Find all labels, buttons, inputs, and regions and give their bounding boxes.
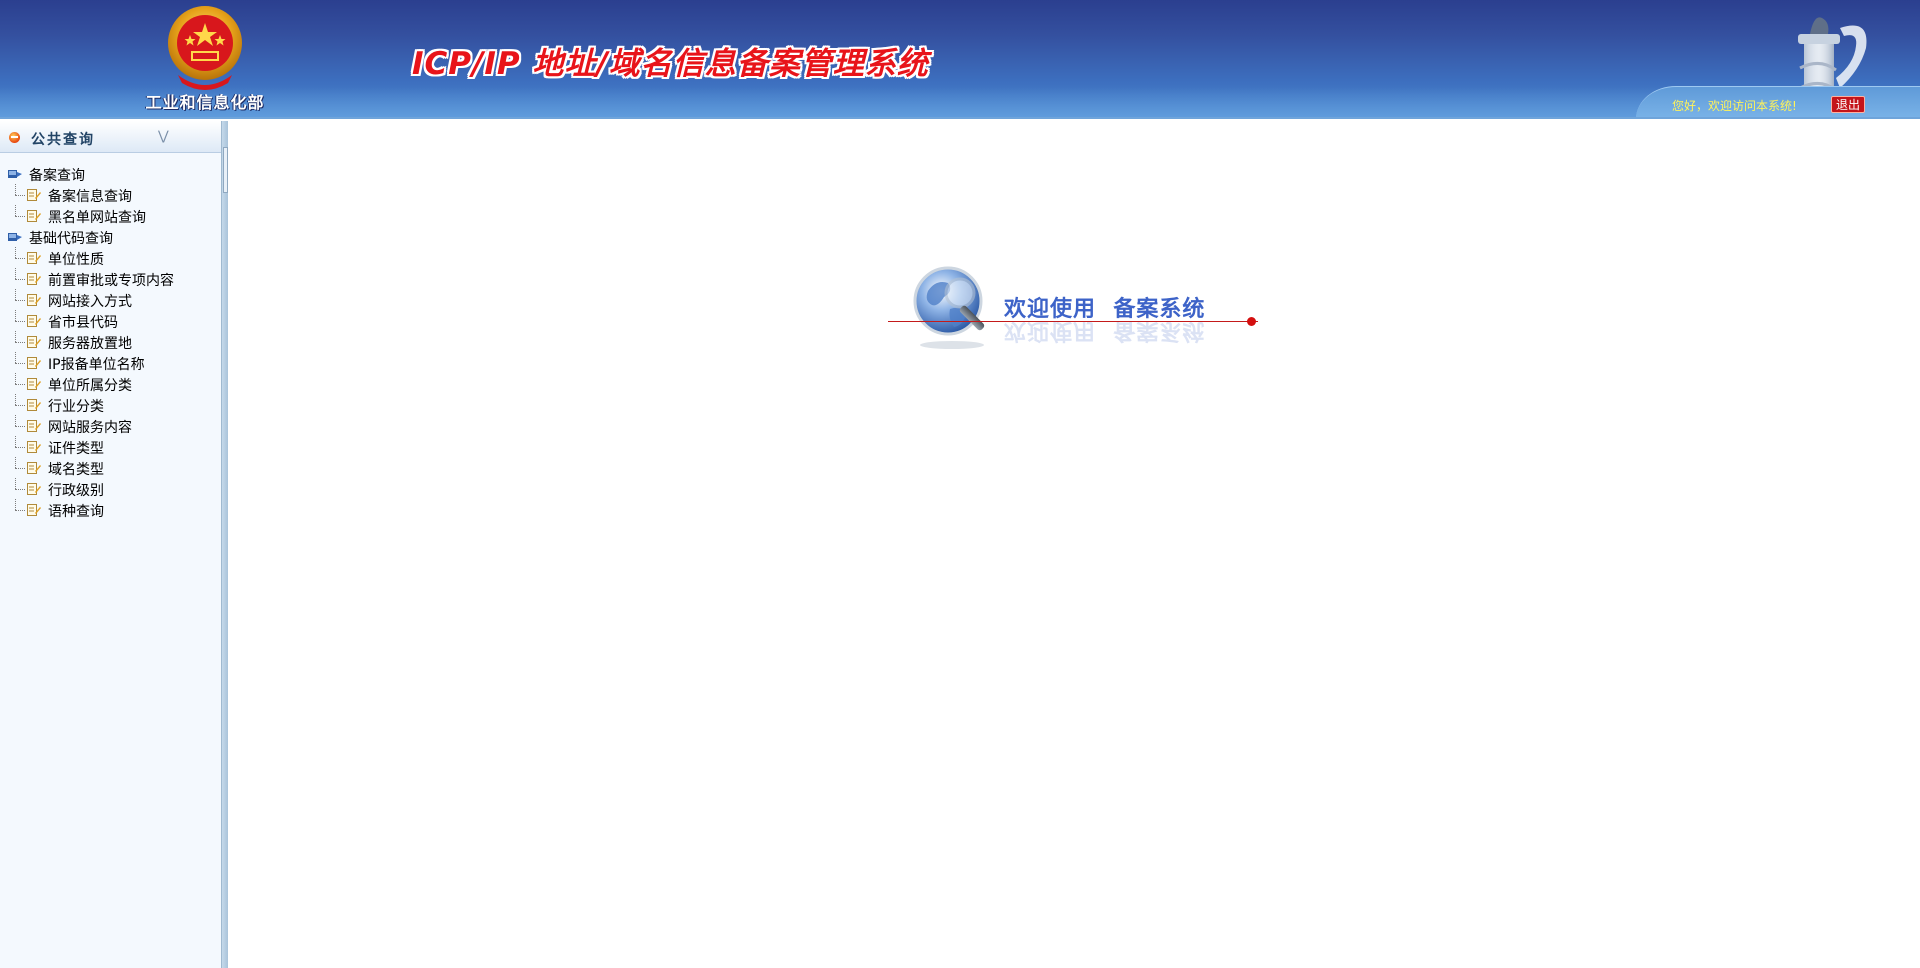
folder-group-icon xyxy=(8,170,22,178)
document-item-icon xyxy=(27,252,41,264)
globe-magnifier-icon xyxy=(913,266,985,349)
document-item-icon xyxy=(27,294,41,306)
tree-item-label: 网站服务内容 xyxy=(48,420,132,436)
tree-item[interactable]: 单位性质 xyxy=(0,247,221,268)
tree-item-label: 单位所属分类 xyxy=(48,378,132,394)
tree-item[interactable]: 单位所属分类 xyxy=(0,373,221,394)
document-item-icon xyxy=(27,483,41,495)
minus-circle-icon xyxy=(9,132,20,143)
tree-item[interactable]: 语种查询 xyxy=(0,499,221,520)
tree-item-label: 服务器放置地 xyxy=(48,336,132,352)
greeting-text: 您好，欢迎访问本系统! xyxy=(1672,99,1797,113)
document-item-icon xyxy=(27,378,41,390)
document-item-icon xyxy=(27,441,41,453)
tree-item-label: 网站接入方式 xyxy=(48,294,132,310)
national-emblem-icon xyxy=(168,6,242,90)
page-header: 工业和信息化部 ICP/IP 地址/域名信息备案管理系统 您好，欢迎访问本系统!… xyxy=(0,0,1920,119)
tree-item[interactable]: 证件类型 xyxy=(0,436,221,457)
document-item-icon xyxy=(27,399,41,411)
document-item-icon xyxy=(27,189,41,201)
tree-item[interactable]: 备案信息查询 xyxy=(0,184,221,205)
tree-item[interactable]: 域名类型 xyxy=(0,457,221,478)
tree-item[interactable]: 行政级别 xyxy=(0,478,221,499)
sidebar-splitter[interactable] xyxy=(221,121,228,968)
document-item-icon xyxy=(27,336,41,348)
tree-item[interactable]: 省市县代码 xyxy=(0,310,221,331)
document-item-icon xyxy=(27,357,41,369)
ministry-name: 工业和信息化部 xyxy=(145,93,265,112)
tree-item-label: 语种查询 xyxy=(48,504,104,520)
document-item-icon xyxy=(27,315,41,327)
system-title: ICP/IP 地址/域名信息备案管理系统 xyxy=(412,46,929,82)
tree-item-label: IP报备单位名称 xyxy=(48,357,145,373)
tree-item-label: 单位性质 xyxy=(48,252,104,268)
document-item-icon xyxy=(27,273,41,285)
tree-item[interactable]: 前置审批或专项内容 xyxy=(0,268,221,289)
tree-group[interactable]: 备案查询 xyxy=(0,163,221,184)
document-item-icon xyxy=(27,420,41,432)
tree-item-label: 省市县代码 xyxy=(48,315,118,331)
tree-item[interactable]: IP报备单位名称 xyxy=(0,352,221,373)
tree-item-label: 黑名单网站查询 xyxy=(48,210,146,226)
main-content: 欢迎使用 备案系统 欢迎使用 备案系统 xyxy=(228,121,1920,968)
document-item-icon xyxy=(27,462,41,474)
tree-item-label: 证件类型 xyxy=(48,441,104,457)
double-chevron-down-icon[interactable]: ⋁ xyxy=(158,129,169,144)
tree-item[interactable]: 网站服务内容 xyxy=(0,415,221,436)
tree-group-label: 基础代码查询 xyxy=(29,231,113,247)
red-dot-icon xyxy=(1247,317,1256,326)
tree-item-label: 行业分类 xyxy=(48,399,104,415)
tree-item[interactable]: 行业分类 xyxy=(0,394,221,415)
tree-item-label: 备案信息查询 xyxy=(48,189,132,205)
document-item-icon xyxy=(27,504,41,516)
tree-item-label: 域名类型 xyxy=(48,462,104,478)
sidebar: 公共查询 ⋁ 备案查询备案信息查询 黑名单网站查询基础代码查询单位性质前置审批或专… xyxy=(0,121,221,968)
tree-group-label: 备案查询 xyxy=(29,168,85,184)
folder-group-icon xyxy=(8,233,22,241)
tree-item-label: 行政级别 xyxy=(48,483,104,499)
panel-title: 公共查询 xyxy=(31,132,95,148)
logout-button[interactable]: 退出 xyxy=(1831,96,1865,113)
tree-item[interactable]: 黑名单网站查询 xyxy=(0,205,221,226)
tree-group[interactable]: 基础代码查询 xyxy=(0,226,221,247)
panel-header-public-query[interactable]: 公共查询 ⋁ xyxy=(0,121,221,153)
welcome-reflection: 欢迎使用 备案系统 xyxy=(1004,318,1206,343)
tree-item-label: 前置审批或专项内容 xyxy=(48,273,174,289)
nav-tree: 备案查询备案信息查询 黑名单网站查询基础代码查询单位性质前置审批或专项内容 网站接入… xyxy=(0,163,221,520)
tree-item[interactable]: 网站接入方式 xyxy=(0,289,221,310)
document-item-icon xyxy=(27,210,41,222)
tree-item[interactable]: 服务器放置地 xyxy=(0,331,221,352)
